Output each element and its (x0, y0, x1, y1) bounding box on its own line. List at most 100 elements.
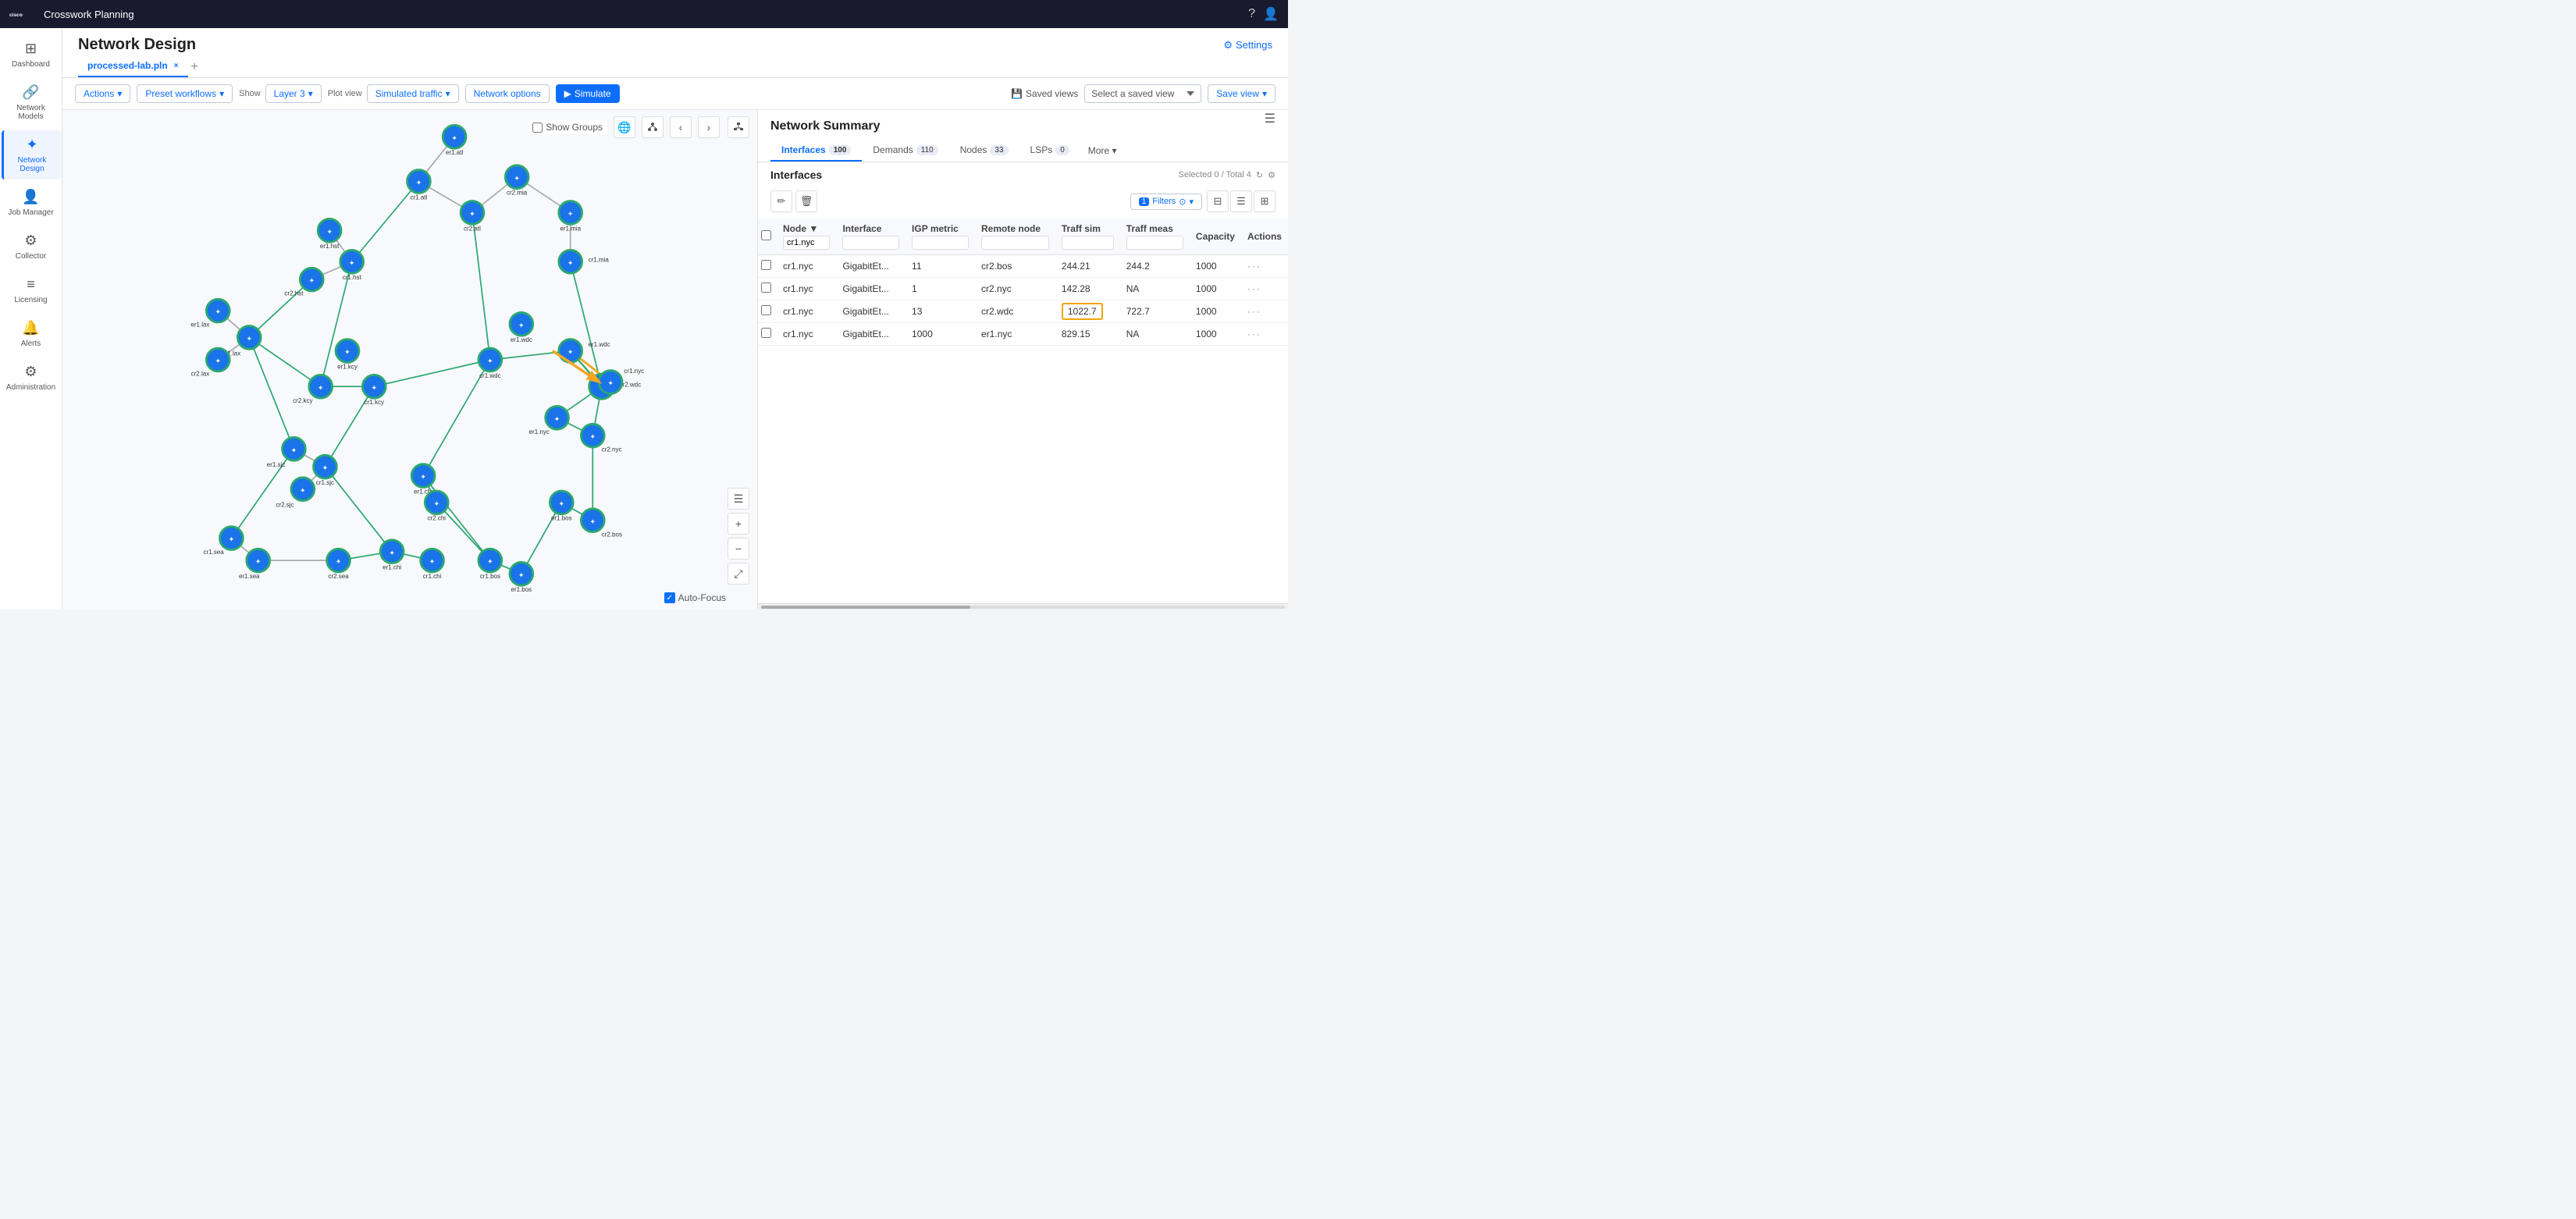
node-cr2nyc[interactable]: ✦ cr2.nyc (581, 424, 621, 453)
topology-icon-btn[interactable] (642, 116, 664, 138)
zoom-in-btn[interactable]: + (728, 513, 749, 535)
simulated-traffic-button[interactable]: Simulated traffic ▾ (367, 84, 459, 103)
row-checkbox-cell[interactable] (758, 278, 777, 300)
sidebar-item-network-models[interactable]: 🔗 Network Models (2, 78, 61, 127)
node-cr2kcy[interactable]: ✦ cr2.kcy (293, 375, 332, 403)
preset-workflows-button[interactable]: Preset workflows ▾ (137, 84, 233, 103)
row-checkbox-cell[interactable] (758, 323, 777, 346)
row-checkbox-cell[interactable] (758, 300, 777, 323)
panel-list-view-icon[interactable]: ☰ (1265, 111, 1276, 126)
node-er1hst[interactable]: ✦ er1.hst (318, 219, 341, 250)
node-er1kcy[interactable]: ✦ er1.kcy (336, 339, 359, 371)
delete-icon-btn[interactable]: 🗑 (795, 190, 817, 212)
node-cr1chi[interactable]: ✦ cr1.chi (421, 549, 444, 580)
sidebar-item-collector[interactable]: ⚙ Collector (2, 226, 61, 267)
actions-button[interactable]: Actions ▾ (75, 84, 130, 103)
th-interface[interactable]: Interface (836, 219, 906, 255)
node-cr2lax[interactable]: ✦ cr2.lax (191, 348, 229, 377)
sidebar-item-dashboard[interactable]: ⊞ Dashboard (2, 34, 61, 75)
zoom-out-btn[interactable]: − (728, 538, 749, 560)
globe-icon-btn[interactable]: 🌐 (614, 116, 635, 138)
node-cr2sea[interactable]: ✦ cr2.sea (327, 549, 350, 580)
layer3-button[interactable]: Layer 3 ▾ (265, 84, 322, 103)
select-all-checkbox[interactable] (761, 230, 771, 240)
node-cr2bos[interactable]: ✦ cr2.bos (581, 509, 622, 538)
row-checkbox[interactable] (761, 283, 771, 293)
node-cr2chi[interactable]: ✦ cr2.chi (425, 491, 448, 522)
node-er1sea[interactable]: ✦ er1.sea (239, 549, 270, 580)
hierarchy-icon-btn[interactable] (728, 116, 749, 138)
row-checkbox[interactable] (761, 305, 771, 315)
node-er1atl[interactable]: ✦ er1.atl (443, 125, 466, 156)
simulate-button[interactable]: ▶ Simulate (556, 84, 620, 103)
tab-processed-lab[interactable]: processed-lab.pln × (78, 57, 188, 77)
node-er1wdc[interactable]: ✦ er1.wdc (510, 312, 533, 343)
settings-cog-icon[interactable]: ⚙ (1268, 170, 1276, 180)
show-groups-input[interactable] (532, 123, 543, 133)
network-map-svg[interactable]: ✦ er1.atl ✦ cr1.atl ✦ cr2.atl (62, 110, 757, 610)
interface-filter-input[interactable] (842, 236, 899, 250)
igp-filter-input[interactable] (912, 236, 969, 250)
row-checkbox-cell[interactable] (758, 255, 777, 278)
th-capacity[interactable]: Capacity (1190, 219, 1241, 255)
node-er1chi2[interactable]: ✦ er1.chi (380, 540, 404, 571)
node-er1chi[interactable]: ✦ er1.chi (411, 464, 435, 496)
node-cr2hst[interactable]: ✦ cr2.hst (284, 268, 323, 297)
show-groups-checkbox[interactable]: Show Groups (528, 120, 607, 134)
node-cr2sjc[interactable]: ✦ cr2.sjc (276, 478, 314, 509)
th-igp[interactable]: IGP metric (906, 219, 975, 255)
node-er1bos[interactable]: ✦ er1.bos (550, 491, 573, 522)
tab-add-icon[interactable]: + (191, 60, 198, 74)
tab-interfaces[interactable]: Interfaces 100 (770, 140, 862, 162)
remote-filter-input[interactable] (981, 236, 1049, 250)
node-er1bos3[interactable]: ✦ er1.bos (510, 562, 533, 593)
saved-view-select[interactable]: Select a saved view (1084, 84, 1201, 103)
row-checkbox[interactable] (761, 260, 771, 270)
node-cr1sea[interactable]: ✦ cr1.sea (203, 527, 243, 556)
node-er1mia[interactable]: ✦ er1.mia (559, 201, 582, 233)
map-area[interactable]: Show Groups 🌐 ‹ › (62, 110, 757, 610)
node-cr2atl[interactable]: ✦ cr2.atl (461, 201, 484, 233)
node-cr1sjc[interactable]: ✦ cr1.sjc (314, 455, 337, 486)
save-view-button[interactable]: Save view ▾ (1208, 84, 1276, 103)
row-actions-cell[interactable]: ··· (1241, 278, 1288, 300)
network-options-button[interactable]: Network options (465, 84, 550, 103)
help-icon[interactable]: ? (1248, 7, 1255, 21)
tab-close-icon[interactable]: × (174, 62, 179, 70)
filter-rows-icon[interactable]: ⊟ (1207, 190, 1229, 212)
sidebar-item-administration[interactable]: ⚙ Administration (2, 357, 61, 398)
tab-nodes[interactable]: Nodes 33 (949, 140, 1019, 162)
settings-link[interactable]: ⚙ Settings (1223, 39, 1272, 52)
traff-meas-filter-input[interactable] (1126, 236, 1183, 250)
sidebar-item-alerts[interactable]: 🔔 Alerts (2, 314, 61, 354)
node-cr1wdc[interactable]: ✦ cr1.wdc (479, 348, 502, 379)
sidebar-item-licensing[interactable]: ≡ Licensing (2, 270, 61, 311)
prev-icon-btn[interactable]: ‹ (670, 116, 692, 138)
sidebar-item-network-design[interactable]: ✦ Network Design (2, 130, 61, 179)
row-actions-cell[interactable]: ··· (1241, 300, 1288, 323)
columns-icon[interactable]: ⊞ (1254, 190, 1276, 212)
node-cr1mia[interactable]: ✦ cr1.mia (559, 250, 609, 273)
traff-sim-filter-input[interactable] (1062, 236, 1114, 250)
next-icon-btn[interactable]: › (698, 116, 720, 138)
th-remote[interactable]: Remote node (975, 219, 1055, 255)
node-cr1bos[interactable]: ✦ cr1.bos (479, 549, 502, 580)
node-er1nyc[interactable]: ✦ er1.nyc (529, 406, 569, 435)
list-icon-btn[interactable]: ☰ (728, 488, 749, 510)
horizontal-scrollbar[interactable] (758, 603, 1288, 610)
expand-btn[interactable]: ⤢ (728, 563, 749, 585)
node-er1sjc[interactable]: ✦ er1.sjc (267, 437, 305, 468)
th-traff-meas[interactable]: Traff meas (1120, 219, 1190, 255)
th-node[interactable]: Node ▼ (777, 219, 836, 255)
filters-button[interactable]: 1 Filters ⊙ ▾ (1130, 194, 1202, 210)
edit-icon-btn[interactable]: ✏ (770, 190, 792, 212)
node-cr1hst[interactable]: ✦ cr1.hst (340, 250, 364, 281)
sidebar-item-job-manager[interactable]: 👤 Job Manager (2, 183, 61, 223)
node-cr1kcy[interactable]: ✦ cr1.kcy (362, 375, 386, 406)
row-actions-cell[interactable]: ··· (1241, 255, 1288, 278)
node-cr2mia[interactable]: ✦ cr2.mia (505, 165, 528, 197)
user-icon[interactable]: 👤 (1263, 6, 1279, 22)
node-filter-input[interactable] (783, 236, 830, 250)
th-traff-sim[interactable]: Traff sim (1055, 219, 1120, 255)
node-er1lax[interactable]: ✦ er1.lax (190, 299, 229, 328)
